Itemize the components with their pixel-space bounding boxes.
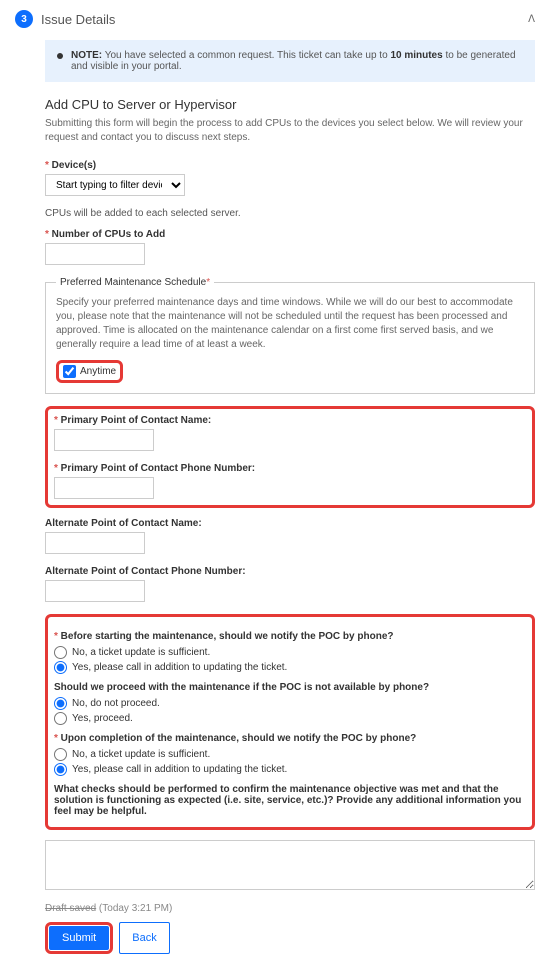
form-title: Add CPU to Server or Hypervisor [45, 97, 535, 112]
q3-opt1-radio[interactable] [54, 748, 67, 761]
anytime-highlight: Anytime [56, 360, 123, 383]
q2-opt2-radio[interactable] [54, 712, 67, 725]
q2-opt1-radio[interactable] [54, 697, 67, 710]
alt-name-label: Alternate Point of Contact Name: [45, 518, 535, 529]
q4-label: What checks should be performed to confi… [54, 784, 526, 817]
form-subtitle: Submitting this form will begin the proc… [45, 117, 535, 145]
devices-field: * Device(s) Start typing to filter devic… [45, 160, 535, 196]
questions-highlight: * Before starting the maintenance, shoul… [45, 614, 535, 830]
note-banner: NOTE: You have selected a common request… [45, 40, 535, 82]
schedule-desc: Specify your preferred maintenance days … [56, 296, 524, 352]
submit-highlight: Submit [45, 922, 113, 954]
q3-opt1-label: No, a ticket update is sufficient. [72, 749, 210, 760]
primary-name-label: * Primary Point of Contact Name: [54, 415, 526, 426]
collapse-chevron-icon[interactable]: ᐱ [528, 14, 535, 25]
q1-label: * Before starting the maintenance, shoul… [54, 631, 526, 642]
primary-phone-label: * Primary Point of Contact Phone Number: [54, 463, 526, 474]
devices-select[interactable]: Start typing to filter devices [45, 174, 185, 196]
num-cpus-field: * Number of CPUs to Add [45, 229, 535, 265]
schedule-legend: Preferred Maintenance Schedule* [56, 277, 214, 288]
devices-label: * Device(s) [45, 160, 535, 171]
q1-opt1-label: No, a ticket update is sufficient. [72, 647, 210, 658]
note-text: NOTE: You have selected a common request… [71, 50, 523, 72]
q2-opt2-label: Yes, proceed. [72, 713, 133, 724]
alt-name-input[interactable] [45, 532, 145, 554]
draft-status: Draft saved (Today 3:21 PM) [45, 903, 535, 914]
devices-helper: CPUs will be added to each selected serv… [45, 208, 535, 219]
alt-phone-input[interactable] [45, 580, 145, 602]
checks-textarea[interactable] [45, 840, 535, 890]
primary-phone-input[interactable] [54, 477, 154, 499]
anytime-label: Anytime [80, 366, 116, 377]
button-row: Submit Back [45, 922, 535, 954]
alt-phone-field: Alternate Point of Contact Phone Number: [45, 566, 535, 602]
q1-opt1-radio[interactable] [54, 646, 67, 659]
num-cpus-input[interactable] [45, 243, 145, 265]
q3-opt2-radio[interactable] [54, 763, 67, 776]
back-button[interactable]: Back [119, 922, 169, 954]
alt-phone-label: Alternate Point of Contact Phone Number: [45, 566, 535, 577]
alt-name-field: Alternate Point of Contact Name: [45, 518, 535, 554]
q2-label: Should we proceed with the maintenance i… [54, 682, 526, 693]
section-header: 3 Issue Details ᐱ [15, 10, 535, 28]
primary-contact-highlight: * Primary Point of Contact Name: * Prima… [45, 406, 535, 508]
maintenance-schedule-fieldset: Preferred Maintenance Schedule* Specify … [45, 277, 535, 394]
q1-opt2-label: Yes, please call in addition to updating… [72, 662, 287, 673]
num-cpus-label: * Number of CPUs to Add [45, 229, 535, 240]
q3-label: * Upon completion of the maintenance, sh… [54, 733, 526, 744]
step-number-badge: 3 [15, 10, 33, 28]
q3-opt2-label: Yes, please call in addition to updating… [72, 764, 287, 775]
primary-name-input[interactable] [54, 429, 154, 451]
q2-opt1-label: No, do not proceed. [72, 698, 160, 709]
primary-name-field: * Primary Point of Contact Name: [54, 415, 526, 451]
submit-button[interactable]: Submit [49, 926, 109, 950]
bullet-icon [57, 53, 63, 59]
section-title: Issue Details [41, 12, 115, 27]
primary-phone-field: * Primary Point of Contact Phone Number: [54, 463, 526, 499]
q1-opt2-radio[interactable] [54, 661, 67, 674]
anytime-checkbox[interactable] [63, 365, 76, 378]
